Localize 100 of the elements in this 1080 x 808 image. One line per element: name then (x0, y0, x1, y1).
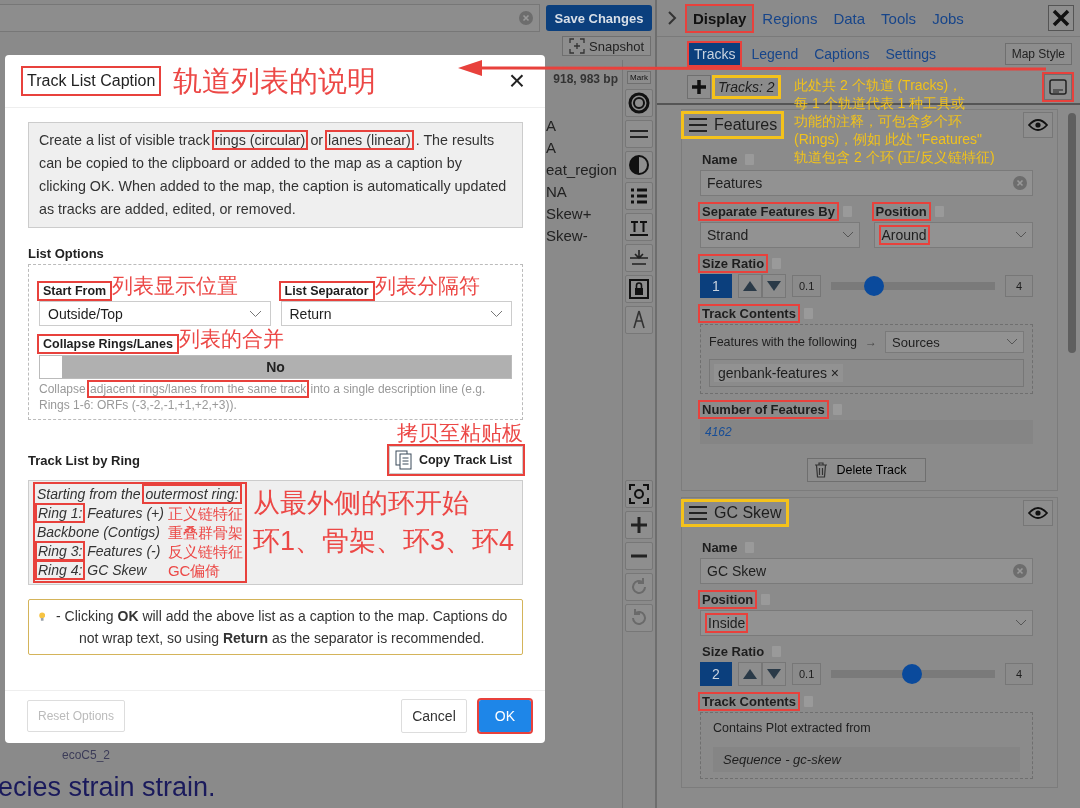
dropdown[interactable]: Inside (700, 610, 1033, 636)
contrast-icon[interactable] (625, 151, 653, 179)
section-heading: List Options (28, 246, 105, 261)
feature-count: 4162 (700, 420, 1033, 444)
mark-button[interactable]: Mark (627, 71, 651, 84)
track-name: Features (714, 116, 778, 134)
track-title[interactable]: GC Skew (684, 502, 786, 524)
dialog-button[interactable]: Cancel (401, 699, 467, 733)
name-field[interactable]: Features (700, 170, 1033, 196)
eye-icon (1028, 507, 1048, 519)
track-name: GC Skew (714, 504, 782, 522)
increase-button[interactable] (738, 274, 762, 298)
contents-text: Contains Plot extracted from (712, 720, 872, 737)
annotation-text: 列表分隔符 (374, 273, 480, 299)
annotation-text: 轨道列表的说明 (173, 64, 377, 99)
field-label: Size Ratio (700, 256, 767, 271)
dialog-button[interactable]: OK (478, 700, 531, 732)
chevron-right-icon[interactable] (667, 11, 677, 25)
triangle-down-icon (767, 669, 781, 679)
dropdown[interactable]: Return (280, 301, 512, 326)
field-label: List Separator (280, 283, 373, 299)
size-ratio-value[interactable]: 1 (700, 274, 732, 298)
scrollbar[interactable] (1068, 113, 1076, 353)
name-field[interactable]: GC Skew (700, 558, 1033, 584)
add-track-button[interactable] (687, 75, 711, 99)
arrow-text: → (865, 335, 877, 349)
snapshot-button[interactable]: Snapshot (562, 36, 651, 56)
copy-track-list-button[interactable]: Copy Track List (388, 446, 523, 474)
chevron-down-icon (1015, 619, 1027, 627)
source-text: Sequence - gc-skew (713, 747, 1020, 772)
panel-tab[interactable]: Regions (756, 5, 824, 31)
dropdown[interactable]: Outside/Top (39, 301, 271, 326)
close-button[interactable]: × (504, 67, 529, 95)
track-count: Tracks: 2 (715, 78, 778, 96)
section-heading: Track List by Ring (28, 453, 140, 468)
triangle-down-icon (767, 281, 781, 291)
info-text: Create a list of visible track rings (circular) or lanes (linear) . The results can be copied to the clipboard or added to the map as a caption by clicking OK. When added to the map, the caption is automatically updated as tracks are added, edited, or removed. (28, 122, 523, 228)
lines-icon[interactable] (625, 120, 653, 148)
search-field[interactable] (0, 4, 540, 32)
sub-tab[interactable]: Settings (880, 43, 942, 65)
map-style-button[interactable]: Map Style (1004, 43, 1072, 65)
panel-tab[interactable]: Jobs (926, 5, 970, 31)
slider-max-value: 4 (1004, 275, 1033, 297)
zoom-in-icon[interactable] (625, 511, 653, 539)
slider-thumb[interactable] (901, 664, 922, 684)
dropdown[interactable]: Around (873, 222, 1033, 248)
panel-tab[interactable]: Display (687, 5, 753, 31)
delete-track-button[interactable]: Delete Track (807, 458, 926, 482)
lock-icon[interactable] (625, 275, 653, 303)
visibility-button[interactable] (1023, 112, 1053, 138)
decrease-button[interactable] (762, 274, 786, 298)
trash-icon (814, 462, 829, 478)
caption-icon (1049, 79, 1067, 95)
map-label: Skew- (546, 226, 589, 246)
field-label: Track Contents (700, 306, 798, 321)
track-title[interactable]: Features (684, 114, 782, 136)
menu-icon[interactable] (688, 117, 708, 133)
annotation-text: 正义链特征 (167, 504, 243, 523)
slider-thumb[interactable] (864, 276, 885, 296)
tag-field[interactable]: genbank-features × (709, 359, 1024, 387)
sub-tab[interactable]: Captions (809, 43, 875, 65)
sub-tab[interactable]: Tracks (689, 43, 741, 65)
field-label: Track Contents (700, 694, 798, 709)
save-changes-button[interactable]: Save Changes (546, 5, 652, 31)
chevron-down-icon (1006, 338, 1018, 346)
annotation-text: GC偏倚 (167, 561, 222, 580)
zoom-fit-icon[interactable] (625, 480, 653, 508)
annotation-text: 重叠群骨架 (167, 523, 243, 542)
sub-tab[interactable]: Legend (746, 43, 804, 65)
field-label: Position (873, 204, 929, 219)
size-ratio-value[interactable]: 2 (700, 662, 732, 686)
contents-text: Features with the following (709, 335, 857, 349)
list-icon[interactable] (625, 182, 653, 210)
caption-button[interactable] (1044, 74, 1072, 100)
field-label: Position (700, 592, 756, 607)
dialog-title: Track List Caption (23, 68, 160, 94)
decrease-button[interactable] (762, 662, 786, 686)
annotation-text: 此处共 2 个轨道 (Tracks)， 每 1 个轨道代表 1 种工具或 功能的注释，可包含多个环 (Rings)，例如 此处 "Features" 轨道包含 2 个环 (正/反义链特征) (794, 76, 995, 166)
visibility-button[interactable] (1023, 500, 1053, 526)
slider-max-value: 4 (1004, 663, 1033, 685)
field-label: Separate Features By (700, 204, 837, 219)
menu-icon[interactable] (688, 505, 708, 521)
zoom-out-icon[interactable] (625, 542, 653, 570)
increase-button[interactable] (738, 662, 762, 686)
text-tracks-icon[interactable] (625, 213, 653, 241)
field-label: Size Ratio (701, 644, 766, 659)
panel-tab[interactable]: Tools (875, 5, 923, 31)
dropdown[interactable]: Sources (885, 331, 1024, 353)
field-label: Start From (39, 283, 111, 299)
annotation-text: 拷贝至粘贴板 (397, 420, 523, 446)
field-label: Collapse Rings/Lanes (39, 336, 177, 352)
toggle-switch[interactable]: No (39, 355, 512, 379)
ring-icon[interactable] (625, 89, 653, 117)
coordinates-text: 918, 983 bp (553, 72, 618, 86)
align-icon[interactable] (625, 244, 653, 272)
tag[interactable]: genbank-features × (714, 364, 844, 382)
close-button[interactable] (1048, 5, 1074, 31)
plus-icon (691, 79, 707, 95)
panel-tab[interactable]: Data (827, 5, 872, 31)
dropdown[interactable]: Strand (700, 222, 860, 248)
